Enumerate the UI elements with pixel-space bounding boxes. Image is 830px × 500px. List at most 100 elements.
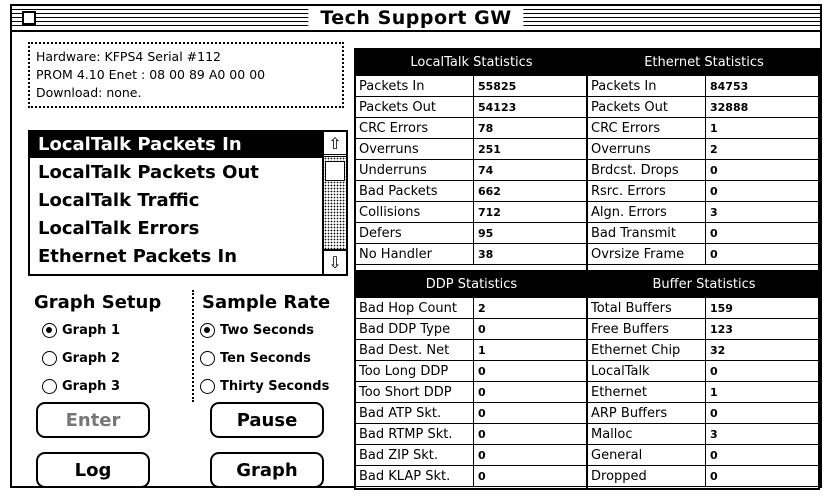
stat-value: 0 [706,160,819,181]
scroll-track[interactable] [324,156,346,250]
graph-button[interactable]: Graph [210,452,324,488]
list-item[interactable]: LocalTalk Traffic [30,188,322,214]
stat-label: ARP Buffers [588,403,706,424]
stat-label: Total Buffers [588,298,706,319]
stat-value: 662 [474,181,587,202]
list-item[interactable]: LocalTalk Packets In [30,132,322,158]
localtalk-stat-row: CRC Errors 78 [356,118,587,139]
stat-value: 0 [706,181,819,202]
stat-label: Bad Packets [356,181,474,202]
stat-value: 54123 [474,97,587,118]
stat-label: Overruns [356,139,474,160]
radio-button-icon[interactable] [200,350,215,366]
buffer-statistics-header: Buffer Statistics [588,272,820,298]
sample-rate-option[interactable]: Two Seconds [200,320,314,340]
ddp-stat-row: Bad DDP Type 0 [356,319,587,340]
graph-setup-option[interactable]: Graph 1 [42,320,120,340]
hardware-info: Hardware: KFPS4 Serial #112 PROM 4.10 En… [28,42,344,108]
buffer-stat-row: LocalTalk 0 [588,361,819,382]
stat-label: Bad RTMP Skt. [356,424,474,445]
stat-label: Packets Out [356,97,474,118]
stat-label: Ethernet [588,382,706,403]
scroll-thumb[interactable] [325,161,345,181]
ddp-stat-row: Bad ZIP Skt. 0 [356,445,587,466]
radio-button-icon[interactable] [200,322,215,338]
ethernet-stat-row: CRC Errors 1 [588,118,819,139]
ethernet-stat-row: Packets Out 32888 [588,97,819,118]
stat-label: Defers [356,223,474,244]
list-item[interactable]: LocalTalk Packets Out [30,160,322,186]
stat-label: CRC Errors [588,118,706,139]
stat-label: General [588,445,706,466]
ethernet-stat-row: Ovrsize Frame 0 [588,244,819,265]
stat-value: 0 [474,403,587,424]
list-item[interactable]: LocalTalk Errors [30,216,322,242]
stat-label: LocalTalk [588,361,706,382]
enter-button[interactable]: Enter [36,402,150,438]
radio-button-icon[interactable] [42,350,57,366]
radio-button-icon[interactable] [42,322,57,338]
buffer-stat-row: Malloc 3 [588,424,819,445]
localtalk-stat-row: Collisions 712 [356,202,587,223]
radio-label: Thirty Seconds [220,378,330,394]
pause-button[interactable]: Pause [210,402,324,438]
stat-value: 84753 [706,76,819,97]
ethernet-statistics-header: Ethernet Statistics [588,50,820,76]
scroll-down-arrow-icon[interactable]: ⇩ [324,250,346,273]
ethernet-stat-row: Packets In 84753 [588,76,819,97]
stat-label: Algn. Errors [588,202,706,223]
title-bar[interactable]: Tech Support GW [12,6,820,32]
stat-value: 0 [706,361,819,382]
radio-button-icon[interactable] [42,378,57,394]
localtalk-stat-row: Bad Packets 662 [356,181,587,202]
ddp-statistics-header: DDP Statistics [356,272,587,298]
ddp-stat-row: Bad ATP Skt. 0 [356,403,587,424]
close-box[interactable] [22,11,36,25]
localtalk-stat-row: Packets In 55825 [356,76,587,97]
stat-label: Overruns [588,139,706,160]
stat-label: Bad Transmit [588,223,706,244]
download-line: Download: none. [36,85,142,100]
ddp-stat-row: Bad RTMP Skt. 0 [356,424,587,445]
ethernet-stat-row: Bad Transmit 0 [588,223,819,244]
radio-label: Graph 3 [62,378,120,394]
stat-value: 0 [474,319,587,340]
stat-value: 0 [706,223,819,244]
stat-label: Packets In [588,76,706,97]
log-button[interactable]: Log [36,452,150,488]
graph-setup-option[interactable]: Graph 2 [42,348,120,368]
ddp-stat-row: Bad Hop Count 2 [356,298,587,319]
scroll-up-arrow-icon[interactable]: ⇧ [324,132,346,155]
localtalk-stat-row: Underruns 74 [356,160,587,181]
sample-rate-option[interactable]: Thirty Seconds [200,376,329,396]
sample-rate-heading: Sample Rate [202,292,331,313]
window-title: Tech Support GW [308,7,524,30]
stat-value: 3 [706,424,819,445]
stat-label: Collisions [356,202,474,223]
stat-value: 1 [474,340,587,361]
stat-label: Packets In [356,76,474,97]
buffer-stat-row: General 0 [588,445,819,466]
buffer-stat-row: Dropped 0 [588,466,819,487]
ddp-stat-row: Bad Dest. Net 1 [356,340,587,361]
scrollbar[interactable]: ⇧ ⇩ [322,132,346,274]
stat-label: Brdcst. Drops [588,160,706,181]
radio-button-icon[interactable] [200,378,215,394]
stat-label: Rsrc. Errors [588,181,706,202]
stat-label: Bad Dest. Net [356,340,474,361]
stat-value: 251 [474,139,587,160]
localtalk-ethernet-statistics: LocalTalk Statistics Packets In 55825 Packe… [354,48,820,272]
stat-label: Bad KLAP Skt. [356,466,474,487]
graph-list[interactable]: LocalTalk Packets In LocalTalk Packets Ou… [28,130,348,276]
stat-label: Bad Hop Count [356,298,474,319]
stat-label: Bad ATP Skt. [356,403,474,424]
prom-line: PROM 4.10 Enet : 08 00 89 A0 00 00 [36,67,266,82]
graph-setup-option[interactable]: Graph 3 [42,376,120,396]
sample-rate-option[interactable]: Ten Seconds [200,348,311,368]
ethernet-stat-row: Algn. Errors 3 [588,202,819,223]
localtalk-stat-row: No Handler 38 [356,244,587,265]
radio-label: Graph 2 [62,350,120,366]
list-item[interactable]: Ethernet Packets In [30,244,322,270]
column-separator [586,50,588,270]
stat-value: 0 [706,403,819,424]
